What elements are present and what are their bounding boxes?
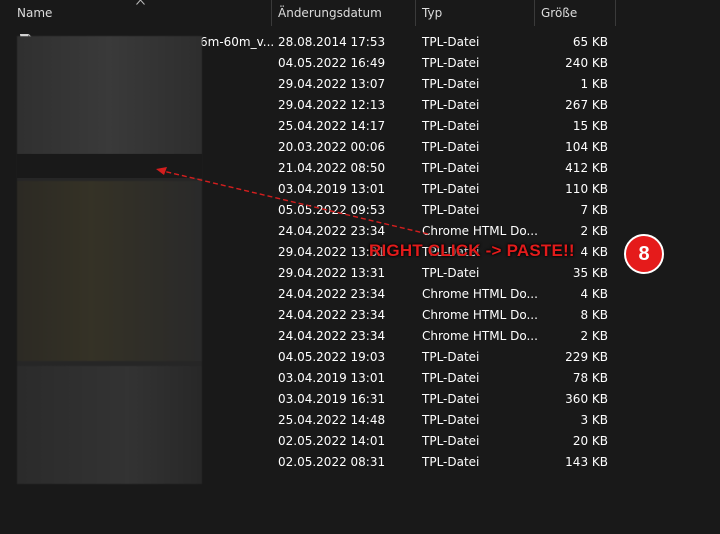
annotation-arrow [156, 167, 429, 235]
annotation-text: RIGHT CLICK -> PASTE!! [369, 241, 575, 260]
step-badge: 8 [624, 234, 664, 274]
